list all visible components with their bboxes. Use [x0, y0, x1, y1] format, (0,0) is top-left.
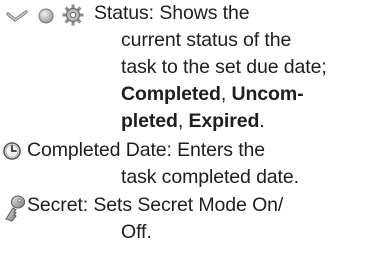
- separator: ,: [177, 110, 189, 132]
- secret-line-1: Secret: Sets Secret Mode On/: [27, 194, 284, 216]
- completed-date-line-1: Completed Date: Enters the: [27, 139, 266, 161]
- help-page: { "items": { "status": { "icons": ["chec…: [0, 0, 383, 276]
- completed-date-line-2: task completed date.: [121, 166, 299, 188]
- clock-icon: [3, 142, 21, 160]
- period: .: [259, 110, 265, 132]
- key-icon: [5, 195, 26, 222]
- expired-term: Expired: [188, 110, 260, 132]
- checkmark-icon: [6, 10, 28, 22]
- gear-icon: [62, 4, 84, 26]
- status-line-5: pleted, Expired.: [121, 108, 265, 135]
- status-line-4: Completed, Uncom-: [121, 81, 304, 108]
- radio-circle-icon: [38, 8, 54, 24]
- status-line-2: current status of the: [121, 29, 292, 51]
- separator: ,: [220, 83, 232, 105]
- status-line-3: task to the set due date;: [121, 56, 327, 78]
- completed-term: Completed: [121, 83, 221, 105]
- uncompleted-term-part1: Uncom-: [231, 83, 304, 105]
- status-line-1: Status: Shows the: [94, 2, 250, 24]
- uncompleted-term-part2: pleted: [121, 110, 178, 132]
- secret-line-2: Off.: [121, 221, 152, 243]
